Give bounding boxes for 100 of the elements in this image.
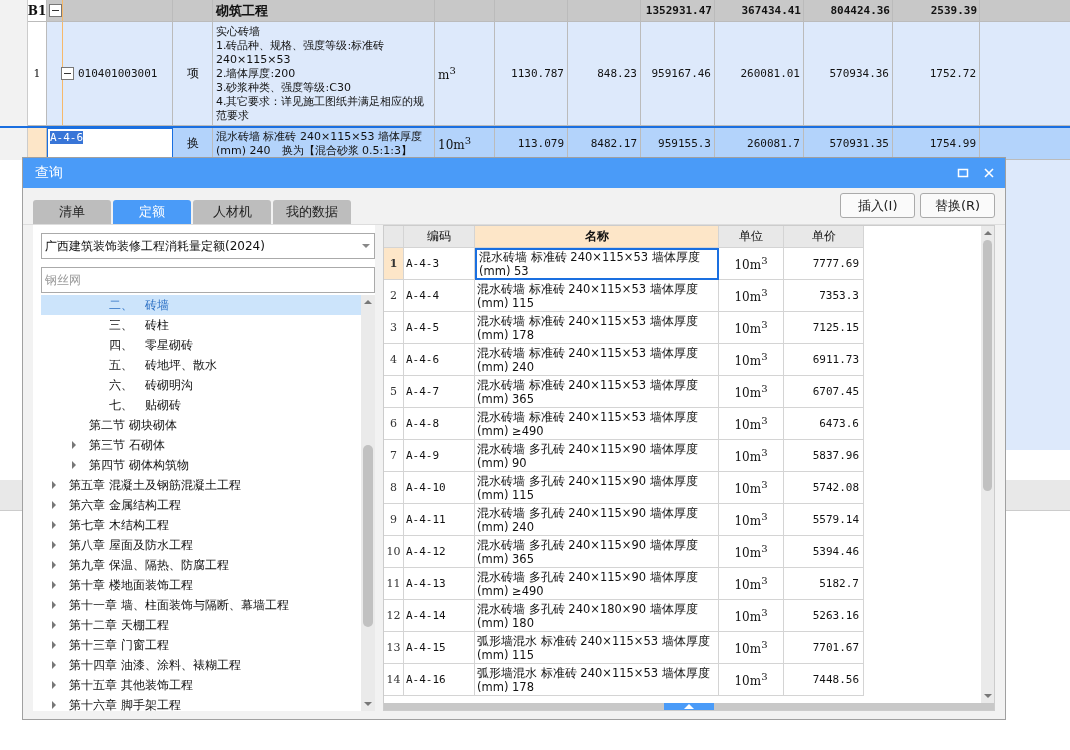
expand-arrow-icon[interactable] bbox=[72, 441, 76, 449]
tree-item[interactable]: 第十二章 天棚工程 bbox=[41, 615, 361, 635]
expand-arrow-icon[interactable] bbox=[72, 461, 76, 469]
tree-item[interactable]: 四、 零星砌砖 bbox=[41, 335, 361, 355]
table-cell: 5837.96 bbox=[784, 440, 864, 472]
row-number: 3 bbox=[384, 312, 404, 344]
table-cell: 6707.45 bbox=[784, 376, 864, 408]
row-number: 14 bbox=[384, 664, 404, 696]
collapse-icon[interactable] bbox=[49, 4, 62, 17]
table-cell: 7448.56 bbox=[784, 664, 864, 696]
column-header[interactable]: 编码 bbox=[404, 226, 475, 248]
table-cell: 混水砖墙 标准砖 240×115×53 墙体厚度(mm) ≥490 bbox=[475, 408, 719, 440]
table-cell: 混水砖墙 标准砖 240×115×53 墙体厚度(mm) 365 bbox=[475, 376, 719, 408]
caret-icon[interactable] bbox=[664, 703, 714, 710]
tree-item[interactable]: 三、 砖柱 bbox=[41, 315, 361, 335]
expand-arrow-icon[interactable] bbox=[52, 641, 56, 649]
library-dropdown[interactable]: 广西建筑装饰装修工程消耗量定额(2024) bbox=[41, 233, 375, 259]
scroll-up-icon[interactable] bbox=[983, 231, 992, 235]
table-cell: A-4-6 bbox=[404, 344, 475, 376]
tree-item[interactable]: 第十章 楼地面装饰工程 bbox=[41, 575, 361, 595]
tree-item[interactable]: 第十一章 墙、柱面装饰与隔断、幕墙工程 bbox=[41, 595, 361, 615]
expand-arrow-icon[interactable] bbox=[52, 541, 56, 549]
table-cell: A-4-10 bbox=[404, 472, 475, 504]
table-cell: 弧形墙混水 标准砖 240×115×53 墙体厚度(mm) 178 bbox=[475, 664, 719, 696]
expand-arrow-icon[interactable] bbox=[52, 601, 56, 609]
scrollbar[interactable] bbox=[361, 295, 375, 711]
action-button[interactable]: 替换(R) bbox=[920, 193, 995, 218]
row-number: 11 bbox=[384, 568, 404, 600]
splitter-handle[interactable] bbox=[384, 703, 994, 710]
tree-item[interactable]: 第八章 屋面及防水工程 bbox=[41, 535, 361, 555]
table-cell: 混水砖墙 标准砖 240×115×53 墙体厚度(mm) 53 bbox=[475, 248, 719, 280]
tree-item[interactable]: 第七章 木结构工程 bbox=[41, 515, 361, 535]
expand-arrow-icon[interactable] bbox=[52, 701, 56, 709]
close-icon[interactable] bbox=[983, 167, 995, 179]
table-cell: 混水砖墙 标准砖 240×115×53 墙体厚度(mm) 115 bbox=[475, 280, 719, 312]
scrollbar-thumb[interactable] bbox=[983, 240, 992, 492]
row-number: 12 bbox=[384, 600, 404, 632]
tab[interactable]: 我的数据 bbox=[273, 200, 351, 224]
row-number: B1 bbox=[28, 0, 47, 22]
tree-item[interactable]: 第六章 金属结构工程 bbox=[41, 495, 361, 515]
row-number: 1 bbox=[28, 22, 47, 126]
row-number: 9 bbox=[384, 504, 404, 536]
table-cell: 7125.15 bbox=[784, 312, 864, 344]
table-cell: 7777.69 bbox=[784, 248, 864, 280]
tree-item[interactable]: 第九章 保温、隔热、防腐工程 bbox=[41, 555, 361, 575]
action-button[interactable]: 插入(I) bbox=[840, 193, 915, 218]
column-header[interactable]: 名称 bbox=[475, 226, 719, 248]
maximize-icon[interactable] bbox=[957, 167, 969, 179]
table-cell: 5579.14 bbox=[784, 504, 864, 536]
tree-item[interactable]: 七、 贴砌砖 bbox=[41, 395, 361, 415]
expand-arrow-icon[interactable] bbox=[52, 621, 56, 629]
row-number bbox=[28, 128, 47, 160]
table-cell: 5394.46 bbox=[784, 536, 864, 568]
code-cell: 010401003001 bbox=[78, 67, 158, 80]
table-cell: 混水砖墙 标准砖 240×115×53 墙体厚度(mm) 178 bbox=[475, 312, 719, 344]
column-header[interactable]: 单位 bbox=[719, 226, 784, 248]
tree-item[interactable]: 第十四章 油漆、涂料、裱糊工程 bbox=[41, 655, 361, 675]
scroll-up-icon[interactable] bbox=[364, 300, 372, 304]
expand-arrow-icon[interactable] bbox=[52, 681, 56, 689]
table-cell: A-4-9 bbox=[404, 440, 475, 472]
table-cell: A-4-7 bbox=[404, 376, 475, 408]
scrollbar[interactable] bbox=[981, 226, 994, 703]
search-field[interactable]: 钢丝网 bbox=[41, 267, 375, 293]
scroll-down-icon[interactable] bbox=[364, 702, 372, 706]
tree-item[interactable]: 第十六章 脚手架工程 bbox=[41, 695, 361, 711]
tree-item[interactable]: 二、 砖墙 bbox=[41, 295, 361, 315]
row-number: 6 bbox=[384, 408, 404, 440]
tree-item[interactable]: 第十五章 其他装饰工程 bbox=[41, 675, 361, 695]
tree-item[interactable]: 六、 砖砌明沟 bbox=[41, 375, 361, 395]
tree-item[interactable]: 五、 砖地坪、散水 bbox=[41, 355, 361, 375]
table-cell: 10m$^{3}$ bbox=[719, 536, 784, 568]
tree-item[interactable]: 第二节 砌块砌体 bbox=[41, 415, 361, 435]
tab[interactable]: 人材机 bbox=[193, 200, 271, 224]
column-header[interactable]: 单价 bbox=[784, 226, 864, 248]
expand-arrow-icon[interactable] bbox=[52, 661, 56, 669]
table-cell: 5182.7 bbox=[784, 568, 864, 600]
tree-item[interactable]: 第三节 石砌体 bbox=[41, 435, 361, 455]
expand-arrow-icon[interactable] bbox=[52, 581, 56, 589]
expand-arrow-icon[interactable] bbox=[52, 501, 56, 509]
table-cell: 6473.6 bbox=[784, 408, 864, 440]
table-cell: 10m$^{3}$ bbox=[719, 504, 784, 536]
table-cell: A-4-16 bbox=[404, 664, 475, 696]
collapse-icon[interactable] bbox=[61, 67, 74, 80]
tree-item[interactable]: 第四节 砌体构筑物 bbox=[41, 455, 361, 475]
table-cell: 10m$^{3}$ bbox=[719, 600, 784, 632]
table-cell: 5742.08 bbox=[784, 472, 864, 504]
expand-arrow-icon[interactable] bbox=[52, 521, 56, 529]
table-cell: 混水砖墙 多孔砖 240×180×90 墙体厚度(mm) 180 bbox=[475, 600, 719, 632]
scroll-down-icon[interactable] bbox=[983, 694, 992, 698]
table-cell: 混水砖墙 多孔砖 240×115×90 墙体厚度(mm) 90 bbox=[475, 440, 719, 472]
tree-item[interactable]: 第五章 混凝土及钢筋混凝土工程 bbox=[41, 475, 361, 495]
tree-item[interactable]: 第十三章 门窗工程 bbox=[41, 635, 361, 655]
expand-arrow-icon[interactable] bbox=[52, 561, 56, 569]
scrollbar-thumb[interactable] bbox=[363, 444, 373, 628]
table-cell: 10m$^{3}$ bbox=[719, 664, 784, 696]
tab[interactable]: 清单 bbox=[33, 200, 111, 224]
table-cell: 10m$^{3}$ bbox=[719, 568, 784, 600]
expand-arrow-icon[interactable] bbox=[52, 481, 56, 489]
code-cell: A-4-6 bbox=[50, 131, 84, 144]
table-cell: A-4-15 bbox=[404, 632, 475, 664]
